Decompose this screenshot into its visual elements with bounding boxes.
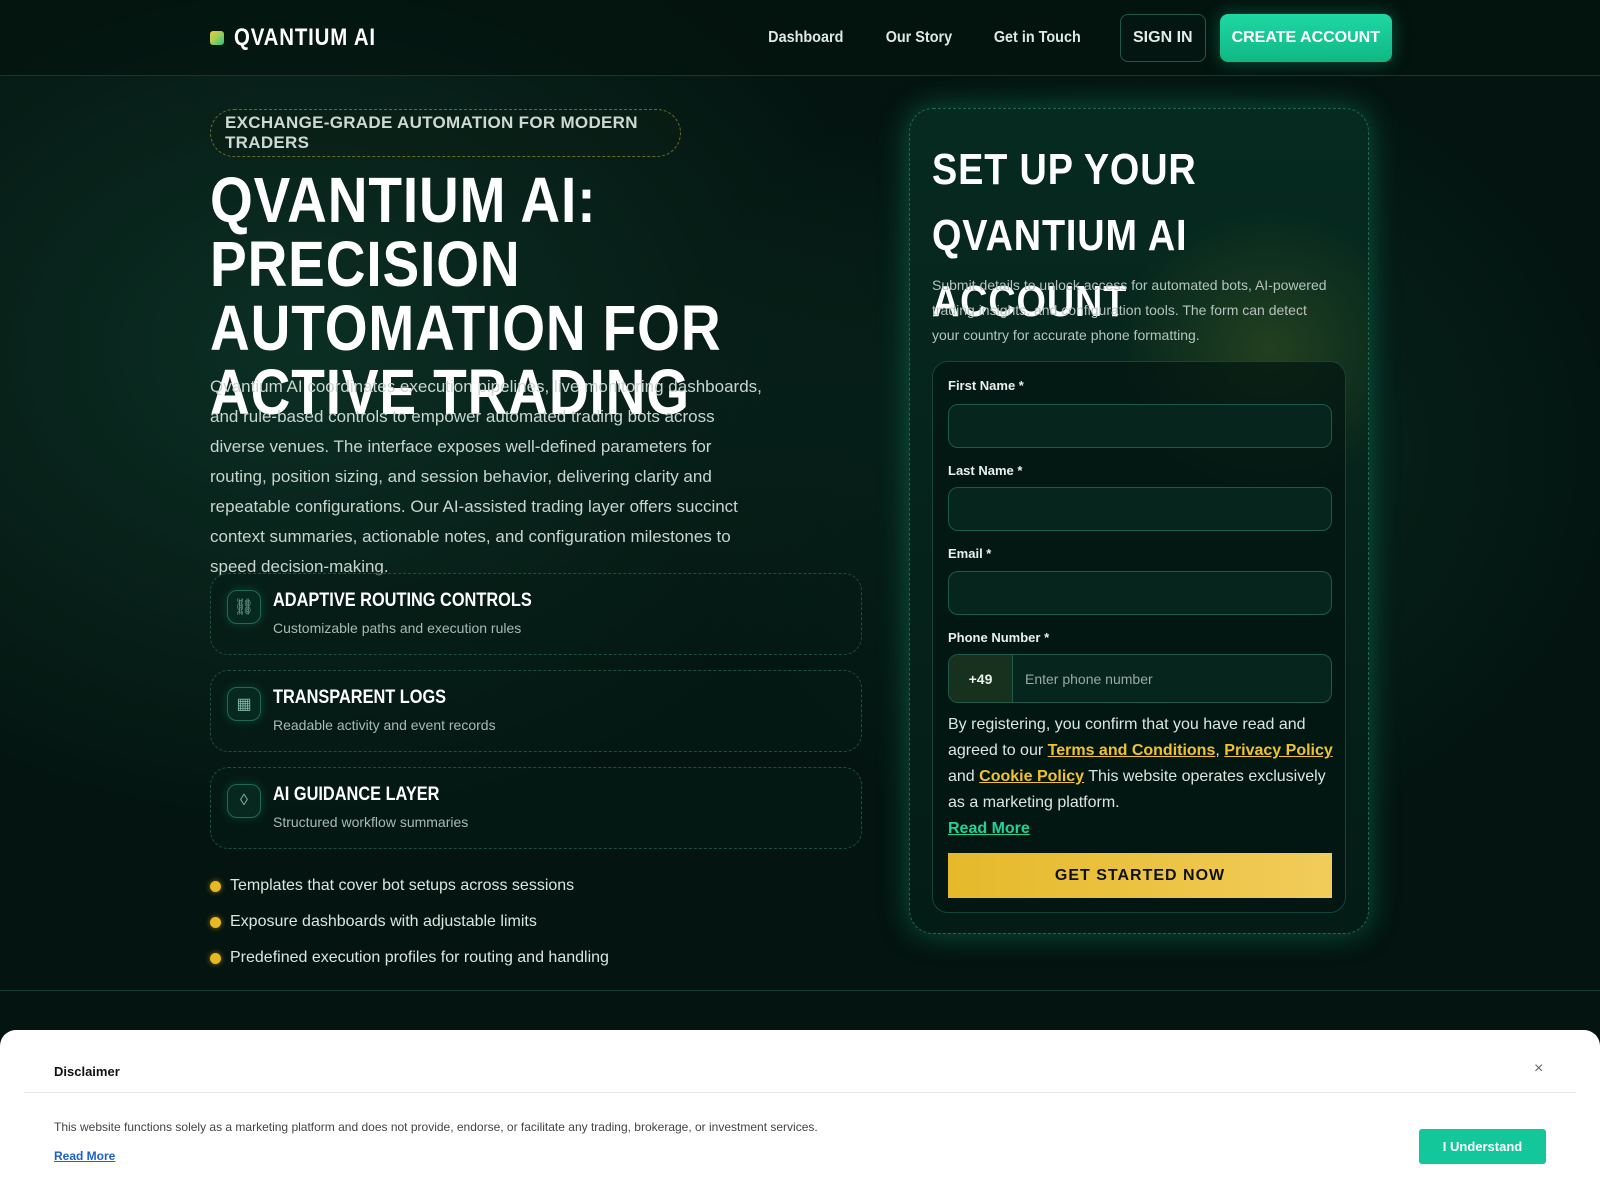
grid-log-icon: ▦ xyxy=(227,687,261,721)
hero-tagline-pill: EXCHANGE-GRADE AUTOMATION FOR MODERN TRA… xyxy=(210,109,681,157)
disclaimer-text: This website functions solely as a marke… xyxy=(54,1120,818,1134)
bullet-dot-icon xyxy=(210,916,221,928)
feature-subtitle: Structured workflow summaries xyxy=(273,814,469,830)
read-more-link[interactable]: Read More xyxy=(948,820,1030,837)
sign-in-button[interactable]: SIGN IN xyxy=(1120,14,1206,62)
list-item: Exposure dashboards with adjustable limi… xyxy=(210,904,609,940)
first-name-label: First Name * xyxy=(948,378,1024,393)
signup-description: Submit details to unlock access for auto… xyxy=(932,277,1327,343)
get-started-button[interactable]: GET STARTED NOW xyxy=(948,853,1332,898)
feature-subtitle: Customizable paths and execution rules xyxy=(273,620,522,636)
create-account-button[interactable]: CREATE ACCOUNT xyxy=(1219,14,1392,62)
last-name-field[interactable] xyxy=(948,487,1332,531)
nav-link-dashboard[interactable]: Dashboard xyxy=(768,29,843,47)
nav-link-our-story[interactable]: Our Story xyxy=(885,29,951,47)
signup-card: SET UP YOUR QVANTIUM AI ACCOUNT Submit d… xyxy=(909,108,1369,934)
close-icon[interactable]: × xyxy=(1534,1060,1543,1078)
consent-and: and xyxy=(948,768,975,785)
main-nav: Dashboard Our Story Get in Touch SIGN IN… xyxy=(764,14,1392,62)
benefit-list: Templates that cover bot setups across s… xyxy=(210,868,609,976)
feature-subtitle: Readable activity and event records xyxy=(273,717,496,733)
feature-card-ai-guidance: ◊ AI GUIDANCE LAYER Structured workflow … xyxy=(210,767,862,849)
bullet-dot-icon xyxy=(210,880,221,892)
signup-form: First Name * Last Name * Email * Phone N… xyxy=(932,361,1346,913)
consent-comma: , xyxy=(1215,742,1220,759)
list-item-text: Exposure dashboards with adjustable limi… xyxy=(230,913,537,930)
disclaimer-title: Disclaimer xyxy=(54,1064,120,1079)
nav-link-get-in-touch[interactable]: Get in Touch xyxy=(994,29,1081,47)
feature-card-logs: ▦ TRANSPARENT LOGS Readable activity and… xyxy=(210,670,862,752)
feature-card-routing: ⛓ ADAPTIVE ROUTING CONTROLS Customizable… xyxy=(210,573,862,655)
brand-mark-icon xyxy=(210,31,224,45)
divider xyxy=(24,1092,1576,1093)
feature-title: TRANSPARENT LOGS xyxy=(273,687,447,708)
first-name-field[interactable] xyxy=(948,404,1332,448)
terms-link[interactable]: Terms and Conditions xyxy=(1048,742,1216,759)
consent-text: By registering, you confirm that you hav… xyxy=(948,712,1338,842)
brand-name: QVANTIUM AI xyxy=(234,24,376,51)
cookie-link[interactable]: Cookie Policy xyxy=(979,768,1084,785)
disclaimer-banner: Disclaimer × This website functions sole… xyxy=(0,1030,1600,1200)
route-icon: ⛓ xyxy=(227,590,261,624)
brand-logo[interactable]: QVANTIUM AI xyxy=(210,24,401,52)
diamond-icon: ◊ xyxy=(227,784,261,818)
email-field[interactable] xyxy=(948,571,1332,615)
list-item-text: Templates that cover bot setups across s… xyxy=(230,877,575,894)
privacy-link[interactable]: Privacy Policy xyxy=(1224,742,1333,759)
email-label: Email * xyxy=(948,546,992,561)
site-header: QVANTIUM AI Dashboard Our Story Get in T… xyxy=(0,0,1600,76)
i-understand-button[interactable]: I Understand xyxy=(1419,1129,1546,1164)
list-item: Predefined execution profiles for routin… xyxy=(210,940,609,976)
phone-label: Phone Number * xyxy=(948,630,1050,645)
hero-description: Qvantium AI coordinates execution pipeli… xyxy=(210,377,762,576)
bullet-dot-icon xyxy=(210,952,221,964)
section-divider xyxy=(0,990,1600,991)
phone-country-code[interactable]: +49 xyxy=(949,655,1013,702)
phone-field-group: +49 xyxy=(948,654,1332,703)
feature-title: AI GUIDANCE LAYER xyxy=(273,784,440,805)
last-name-label: Last Name * xyxy=(948,463,1023,478)
disclaimer-read-more-link[interactable]: Read More xyxy=(54,1149,115,1163)
phone-field[interactable] xyxy=(1013,655,1331,702)
feature-title: ADAPTIVE ROUTING CONTROLS xyxy=(273,590,532,611)
list-item-text: Predefined execution profiles for routin… xyxy=(230,949,609,966)
list-item: Templates that cover bot setups across s… xyxy=(210,868,609,904)
